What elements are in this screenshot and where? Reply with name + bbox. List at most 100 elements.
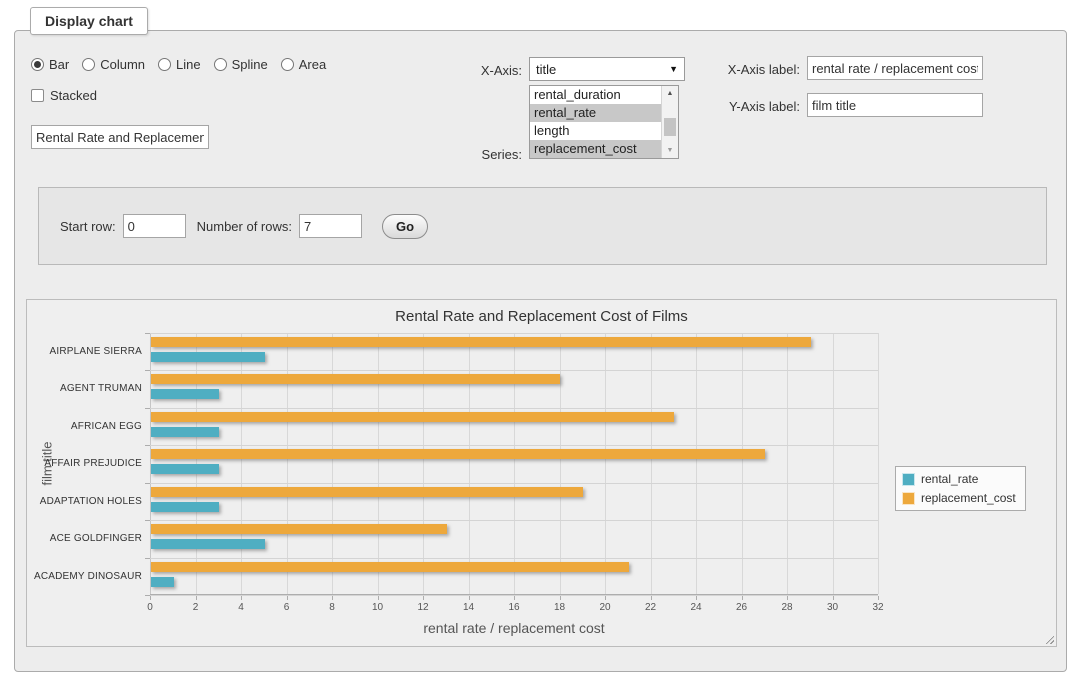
- chart-type-label[interactable]: Line: [176, 57, 201, 72]
- stacked-checkbox-row[interactable]: Stacked: [31, 88, 97, 103]
- y-tickmark: [145, 483, 150, 484]
- chart-type-label[interactable]: Bar: [49, 57, 69, 72]
- x-axis-select[interactable]: title ▼: [529, 57, 685, 81]
- y-axis-label-label: Y-Axis label:: [703, 99, 800, 114]
- bar-rental_rate[interactable]: [151, 352, 265, 362]
- scrollbar-thumb[interactable]: [664, 118, 676, 136]
- bar-replacement_cost[interactable]: [151, 524, 447, 534]
- plot-area: [150, 333, 878, 595]
- x-axis-label-input[interactable]: [807, 56, 983, 80]
- select-dropdown-arrow-icon: ▼: [669, 64, 678, 74]
- go-button[interactable]: Go: [382, 214, 428, 239]
- x-axis-label-label: X-Axis label:: [703, 62, 800, 77]
- series-listbox[interactable]: rental_durationrental_ratelengthreplacem…: [529, 85, 679, 159]
- radio-icon[interactable]: [281, 58, 294, 71]
- bar-rental_rate[interactable]: [151, 427, 219, 437]
- gridline: [150, 408, 878, 409]
- chart-type-label[interactable]: Area: [299, 57, 326, 72]
- gridline: [696, 333, 697, 594]
- y-tickmark: [145, 445, 150, 446]
- stacked-checkbox[interactable]: [31, 89, 44, 102]
- bar-replacement_cost[interactable]: [151, 562, 629, 572]
- series-option-rental_rate[interactable]: rental_rate: [530, 104, 661, 122]
- radio-icon[interactable]: [214, 58, 227, 71]
- start-row-input[interactable]: [123, 214, 186, 238]
- gridline: [423, 333, 424, 594]
- bar-replacement_cost[interactable]: [151, 374, 560, 384]
- x-axis-select-label: X-Axis:: [455, 63, 522, 78]
- radio-icon[interactable]: [158, 58, 171, 71]
- category-labels: AIRPLANE SIERRAAGENT TRUMANAFRICAN EGGAF…: [27, 333, 142, 595]
- x-tickmark: [469, 596, 470, 600]
- chart-type-label[interactable]: Column: [100, 57, 145, 72]
- y-tickmark: [145, 333, 150, 334]
- bar-rental_rate[interactable]: [151, 502, 219, 512]
- series-select-label: Series:: [455, 147, 522, 162]
- chart-type-radio-column[interactable]: Column: [82, 57, 145, 72]
- gridline: [651, 333, 652, 594]
- scroll-up-icon[interactable]: ▲: [662, 86, 678, 101]
- x-tick-label: 20: [599, 602, 610, 613]
- chart-type-radio-area[interactable]: Area: [281, 57, 326, 72]
- radio-icon[interactable]: [31, 58, 44, 71]
- x-tick-label: 30: [827, 602, 838, 613]
- legend-label[interactable]: rental_rate: [921, 472, 978, 486]
- chart-title-input[interactable]: [31, 125, 209, 149]
- x-tickmark: [423, 596, 424, 600]
- resize-handle-icon[interactable]: [1043, 633, 1054, 644]
- gridline: [378, 333, 379, 594]
- x-tickmark: [241, 596, 242, 600]
- chart-type-radio-line[interactable]: Line: [158, 57, 201, 72]
- scroll-down-icon[interactable]: ▼: [662, 143, 678, 158]
- start-row-label: Start row:: [60, 219, 116, 234]
- series-option-rental_duration[interactable]: rental_duration: [530, 86, 661, 104]
- bar-replacement_cost[interactable]: [151, 412, 674, 422]
- y-axis-label-input[interactable]: [807, 93, 983, 117]
- number-of-rows-label: Number of rows:: [197, 219, 292, 234]
- chart-type-radio-bar[interactable]: Bar: [31, 57, 69, 72]
- x-tickmark: [560, 596, 561, 600]
- gridline: [287, 333, 288, 594]
- chart-x-axis-title: rental rate / replacement cost: [150, 620, 878, 636]
- stacked-label[interactable]: Stacked: [50, 88, 97, 103]
- legend-label[interactable]: replacement_cost: [921, 491, 1016, 505]
- x-tick-label: 24: [690, 602, 701, 613]
- x-tickmark: [833, 596, 834, 600]
- bar-rental_rate[interactable]: [151, 577, 174, 587]
- chart-legend: rental_rate replacement_cost: [895, 466, 1026, 511]
- legend-swatch-icon: [902, 492, 915, 505]
- series-options: rental_durationrental_ratelengthreplacem…: [530, 86, 661, 158]
- x-tick-label: 12: [417, 602, 428, 613]
- number-of-rows-input[interactable]: [299, 214, 362, 238]
- legend-item-rental_rate[interactable]: rental_rate: [902, 472, 1016, 486]
- series-option-replacement_cost[interactable]: replacement_cost: [530, 140, 661, 158]
- radio-icon[interactable]: [82, 58, 95, 71]
- gridline: [241, 333, 242, 594]
- x-tick-label: 32: [872, 602, 883, 613]
- x-tick-label: 14: [463, 602, 474, 613]
- gridline: [150, 483, 878, 484]
- series-option-length[interactable]: length: [530, 122, 661, 140]
- bar-replacement_cost[interactable]: [151, 449, 765, 459]
- y-tickmark: [145, 370, 150, 371]
- chart-type-label[interactable]: Spline: [232, 57, 268, 72]
- chart-type-radio-spline[interactable]: Spline: [214, 57, 268, 72]
- legend-item-replacement_cost[interactable]: replacement_cost: [902, 491, 1016, 505]
- bar-rental_rate[interactable]: [151, 539, 265, 549]
- x-tick-label: 4: [238, 602, 244, 613]
- x-tick-label: 10: [372, 602, 383, 613]
- bar-replacement_cost[interactable]: [151, 337, 811, 347]
- gridline: [742, 333, 743, 594]
- gridline: [514, 333, 515, 594]
- x-tickmark: [150, 596, 151, 600]
- gridline: [878, 333, 879, 594]
- series-listbox-scrollbar[interactable]: ▲ ▼: [661, 86, 678, 158]
- x-tick-label: 28: [781, 602, 792, 613]
- x-tickmark: [332, 596, 333, 600]
- x-tick-label: 18: [554, 602, 565, 613]
- bar-replacement_cost[interactable]: [151, 487, 583, 497]
- x-tick-label: 2: [193, 602, 199, 613]
- x-tick-label: 16: [508, 602, 519, 613]
- bar-rental_rate[interactable]: [151, 464, 219, 474]
- bar-rental_rate[interactable]: [151, 389, 219, 399]
